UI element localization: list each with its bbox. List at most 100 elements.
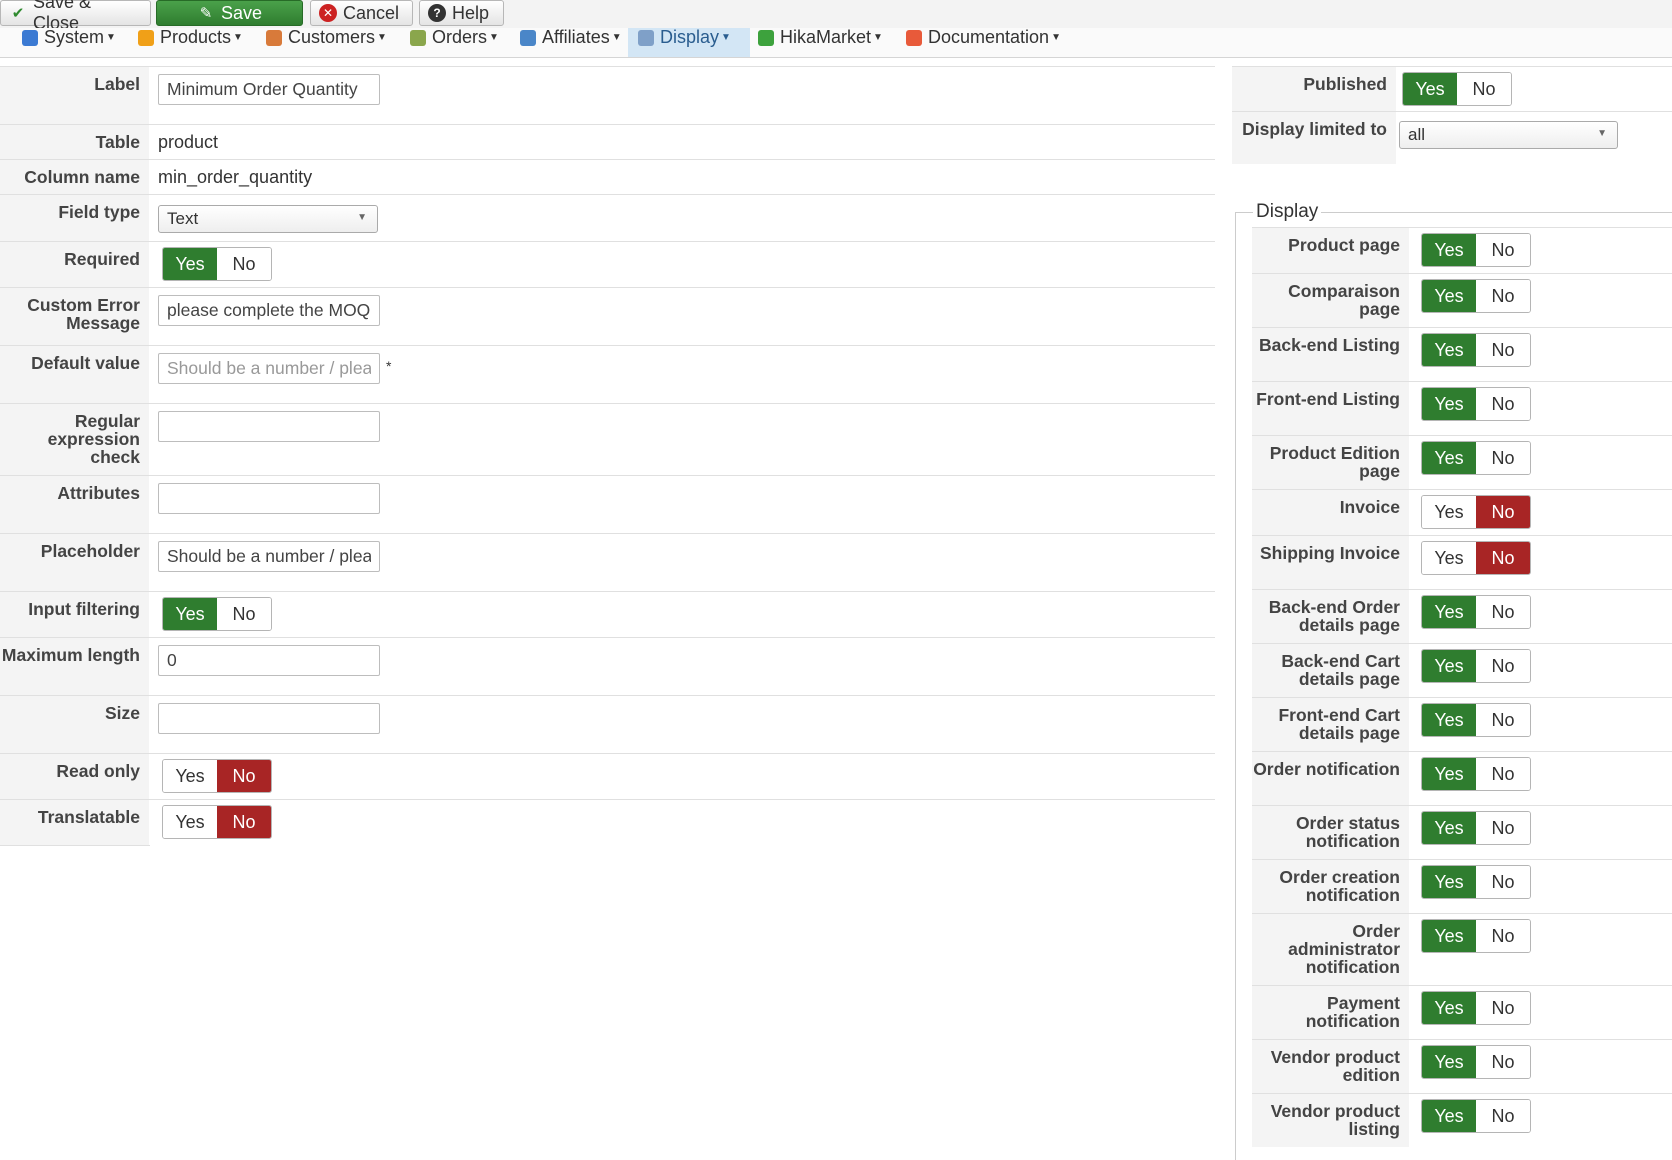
yes-button[interactable]: Yes: [1422, 496, 1476, 528]
display-label: Invoice: [1252, 490, 1409, 535]
yes-button[interactable]: Yes: [1403, 73, 1457, 105]
menu-label: Orders: [432, 28, 488, 47]
save-button[interactable]: ✎ Save: [156, 0, 303, 26]
no-button[interactable]: No: [217, 806, 271, 838]
yes-button[interactable]: Yes: [1422, 866, 1476, 898]
caret-down-icon: ▼: [721, 32, 731, 43]
default-value-input[interactable]: [158, 353, 380, 384]
regex-input[interactable]: [158, 411, 380, 442]
no-button[interactable]: No: [1476, 388, 1530, 420]
row-input-filtering: Input filtering Yes No: [0, 591, 1215, 637]
no-button[interactable]: No: [217, 598, 271, 630]
yes-button[interactable]: Yes: [1422, 1046, 1476, 1078]
row-error-message: Custom Error Message: [0, 287, 1215, 345]
no-button[interactable]: No: [1476, 812, 1530, 844]
display-label: Shipping Invoice: [1252, 536, 1409, 589]
yes-button[interactable]: Yes: [1422, 758, 1476, 790]
no-button[interactable]: No: [1476, 920, 1530, 952]
no-button[interactable]: No: [1476, 758, 1530, 790]
no-button[interactable]: No: [1476, 442, 1530, 474]
menu-affiliates[interactable]: Affiliates ▼: [520, 28, 626, 57]
help-label: Help: [452, 2, 490, 23]
display-label: Order creation notification: [1252, 860, 1409, 913]
cancel-icon: ✕: [319, 4, 337, 22]
max-length-input[interactable]: [158, 645, 380, 676]
display-row-product-edition-page: Product Edition page Yes No: [1252, 435, 1672, 489]
display-toggle-payment-notification: Yes No: [1421, 991, 1531, 1025]
no-button[interactable]: No: [1476, 280, 1530, 312]
no-button[interactable]: No: [1476, 992, 1530, 1024]
save-label: Save: [221, 2, 263, 23]
label-read-only: Read only: [0, 754, 149, 799]
row-max-length: Maximum length: [0, 637, 1215, 695]
placeholder-input[interactable]: [158, 541, 380, 572]
menu-documentation[interactable]: Documentation ▼: [906, 28, 1066, 57]
yes-button[interactable]: Yes: [1422, 920, 1476, 952]
yes-button[interactable]: Yes: [1422, 992, 1476, 1024]
display-row-shipping-invoice: Shipping Invoice Yes No: [1252, 535, 1672, 589]
no-button[interactable]: No: [1476, 866, 1530, 898]
yes-button[interactable]: Yes: [1422, 1100, 1476, 1132]
size-input[interactable]: [158, 703, 380, 734]
yes-button[interactable]: Yes: [1422, 596, 1476, 628]
no-button[interactable]: No: [1457, 73, 1511, 105]
no-button[interactable]: No: [1476, 334, 1530, 366]
display-label: Vendor product listing: [1252, 1094, 1409, 1147]
no-button[interactable]: No: [1476, 1100, 1530, 1132]
no-button[interactable]: No: [1476, 704, 1530, 736]
display-limited-select[interactable]: all ▼: [1399, 121, 1618, 149]
yes-button[interactable]: Yes: [163, 760, 217, 792]
yes-button[interactable]: Yes: [1422, 388, 1476, 420]
display-row-product-page: Product page Yes No: [1252, 227, 1672, 273]
yes-button[interactable]: Yes: [1422, 704, 1476, 736]
save-close-button[interactable]: ✔ Save & Close: [0, 0, 151, 33]
display-toggle-order-administrator-notification: Yes No: [1421, 919, 1531, 953]
label-input[interactable]: [158, 74, 380, 105]
display-toggle-shipping-invoice: Yes No: [1421, 541, 1531, 575]
menu-hikamarket[interactable]: HikaMarket ▼: [758, 28, 894, 57]
yes-button[interactable]: Yes: [1422, 812, 1476, 844]
yes-button[interactable]: Yes: [163, 806, 217, 838]
attributes-input[interactable]: [158, 483, 380, 514]
no-button[interactable]: No: [1476, 542, 1530, 574]
yes-button[interactable]: Yes: [1422, 234, 1476, 266]
error-message-input[interactable]: [158, 295, 380, 326]
doc-icon: [906, 30, 922, 46]
yes-button[interactable]: Yes: [1422, 542, 1476, 574]
caret-down-icon: ▼: [106, 32, 116, 43]
cancel-button[interactable]: ✕ Cancel: [310, 0, 413, 26]
label-field-type: Field type: [0, 195, 149, 241]
toolbar: ✔ Save & Close ✎ Save ✕ Cancel ? Help: [0, 0, 1672, 33]
display-toggle-back-end-cart-details-page: Yes No: [1421, 649, 1531, 683]
yes-button[interactable]: Yes: [1422, 442, 1476, 474]
display-toggle-front-end-cart-details-page: Yes No: [1421, 703, 1531, 737]
row-regex: Regular expression check: [0, 403, 1215, 475]
label-label: Label: [0, 67, 149, 124]
menu-display[interactable]: Display ▼: [628, 28, 750, 57]
help-button[interactable]: ? Help: [419, 0, 504, 26]
yes-button[interactable]: Yes: [1422, 334, 1476, 366]
caret-down-icon: ▼: [873, 32, 883, 43]
yes-button[interactable]: Yes: [1422, 280, 1476, 312]
menu-customers[interactable]: Customers ▼: [266, 28, 394, 57]
display-row-order-notification: Order notification Yes No: [1252, 751, 1672, 805]
yes-button[interactable]: Yes: [163, 598, 217, 630]
display-label: Back-end Cart details page: [1252, 644, 1409, 697]
form-end-line: [0, 845, 150, 846]
market-icon: [758, 30, 774, 46]
menu-system[interactable]: System ▼: [22, 28, 122, 57]
no-button[interactable]: No: [217, 760, 271, 792]
no-button[interactable]: No: [1476, 650, 1530, 682]
field-type-select[interactable]: Text ▼: [158, 205, 378, 233]
no-button[interactable]: No: [1476, 596, 1530, 628]
yes-button[interactable]: Yes: [1422, 650, 1476, 682]
yes-button[interactable]: Yes: [163, 248, 217, 280]
no-button[interactable]: No: [1476, 496, 1530, 528]
menu-products[interactable]: Products ▼: [138, 28, 250, 57]
row-table: Table product: [0, 124, 1215, 159]
no-button[interactable]: No: [217, 248, 271, 280]
display-row-vendor-product-listing: Vendor product listing Yes No: [1252, 1093, 1672, 1147]
no-button[interactable]: No: [1476, 1046, 1530, 1078]
no-button[interactable]: No: [1476, 234, 1530, 266]
menu-orders[interactable]: Orders ▼: [410, 28, 500, 57]
